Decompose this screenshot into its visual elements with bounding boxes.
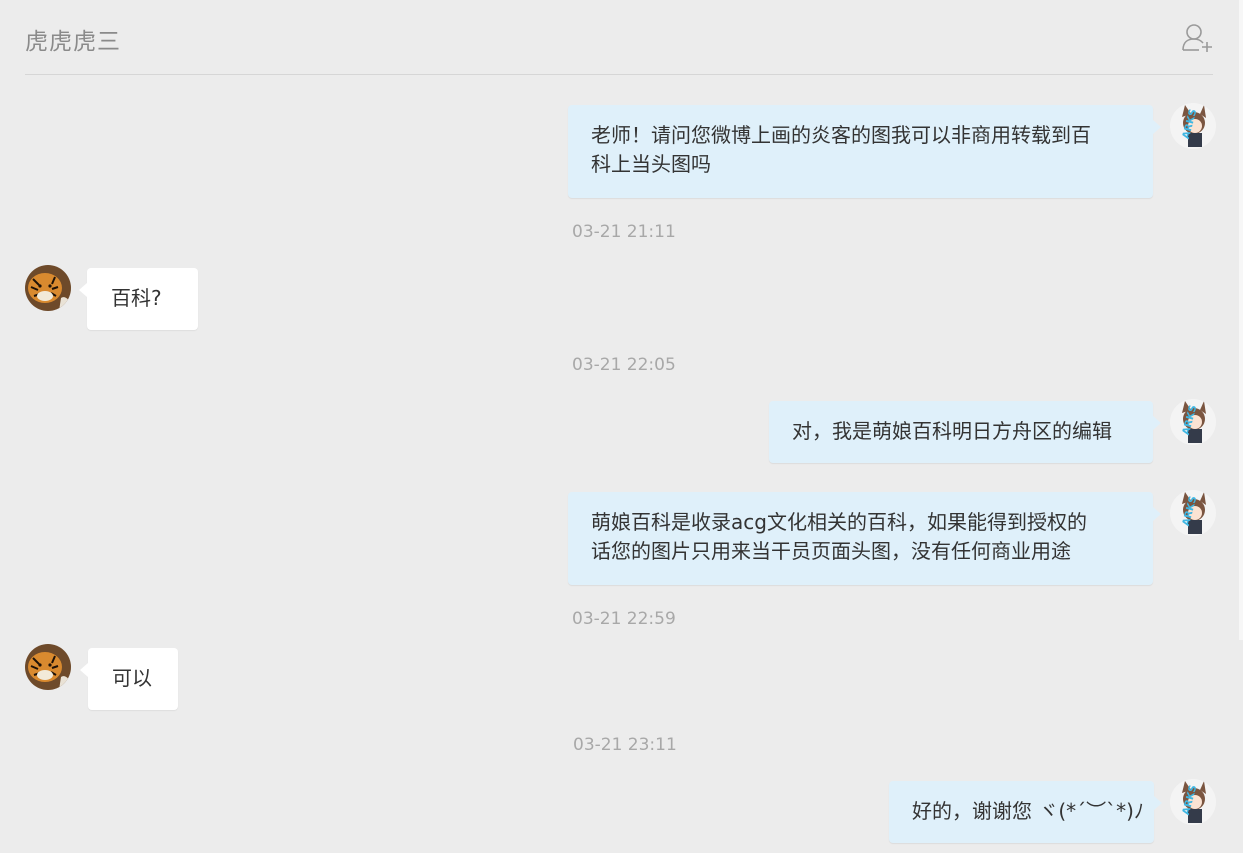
message-text: 百科? [111, 286, 162, 310]
anime-character-avatar-icon: ARKS [1170, 779, 1216, 825]
contact-avatar[interactable] [25, 644, 71, 690]
tiger-avatar-icon [25, 265, 71, 311]
contact-avatar[interactable] [25, 265, 71, 311]
message-timestamp: 03-21 21:11 [572, 222, 676, 242]
message-timestamp: 03-21 22:59 [572, 609, 676, 629]
message-line: 科上当头图吗 [591, 152, 711, 176]
message-bubble-sent[interactable]: 老师！请问您微博上画的炎客的图我可以非商用转载到百 科上当头图吗 [568, 105, 1161, 198]
message-text: 好的，谢谢您 ヾ(*´︶`*)ﾉ [912, 799, 1144, 823]
message-text: 对，我是萌娘百科明日方舟区的编辑 [792, 419, 1112, 443]
anime-character-avatar-icon: ARKS [1170, 399, 1216, 445]
message-bubble-received[interactable]: 可以 [80, 648, 178, 710]
anime-character-avatar-icon: ARKS [1170, 103, 1216, 149]
chat-title: 虎虎虎三 [25, 29, 121, 55]
my-avatar[interactable]: ARKS [1170, 779, 1216, 825]
message-timestamp: 03-21 23:11 [573, 735, 677, 755]
my-avatar[interactable]: ARKS [1170, 399, 1216, 445]
scrollbar-track[interactable] [1239, 0, 1243, 640]
message-bubble-sent[interactable]: 萌娘百科是收录acg文化相关的百科，如果能得到授权的 话您的图片只用来当干员页面… [568, 492, 1161, 585]
add-user-icon [1182, 24, 1212, 52]
message-line: 话您的图片只用来当干员页面头图，没有任何商业用途 [591, 539, 1071, 563]
anime-character-avatar-icon: ARKS [1170, 490, 1216, 536]
my-avatar[interactable]: ARKS [1170, 490, 1216, 536]
message-line: 老师！请问您微博上画的炎客的图我可以非商用转载到百 [591, 123, 1091, 147]
message-timestamp: 03-21 22:05 [572, 355, 676, 375]
tiger-avatar-icon [25, 644, 71, 690]
message-line: 萌娘百科是收录acg文化相关的百科，如果能得到授权的 [591, 510, 1087, 534]
chat-header: 虎虎虎三 [25, 0, 1213, 75]
message-bubble-sent[interactable]: 对，我是萌娘百科明日方舟区的编辑 [769, 401, 1161, 463]
message-bubble-sent[interactable]: 好的，谢谢您 ヾ(*´︶`*)ﾉ [889, 781, 1162, 843]
message-text: 可以 [112, 666, 152, 690]
add-contact-button[interactable] [1180, 22, 1214, 54]
my-avatar[interactable]: ARKS [1170, 103, 1216, 149]
message-bubble-received[interactable]: 百科? [79, 268, 198, 330]
